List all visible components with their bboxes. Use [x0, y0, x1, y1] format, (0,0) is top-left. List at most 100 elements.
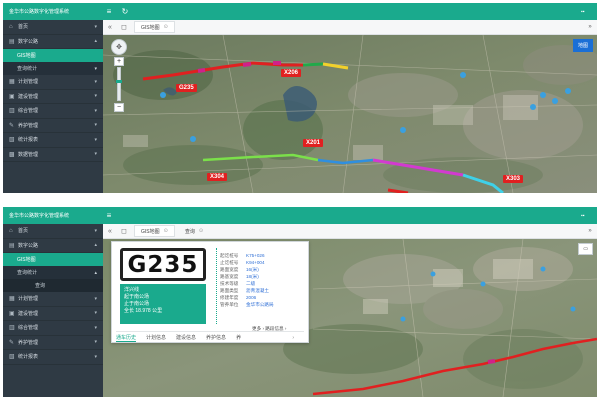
sidebar-item-digital-road[interactable]: ▤ 数字公路 ▴ — [3, 239, 103, 253]
sidebar-item-report[interactable]: ▧ 统计报表 ▾ — [3, 133, 103, 148]
sidebar-item-report[interactable]: ▧ 统计报表 ▾ — [3, 350, 103, 365]
detail-row: 修建年度 2006 — [220, 294, 306, 301]
chevron-down-icon: ▾ — [94, 78, 97, 85]
app-title: 金华市公路数字化管理系统 — [9, 213, 70, 219]
tabs-scroll-left-icon[interactable]: « — [103, 24, 117, 31]
tab-gis-map[interactable]: GIS地图 ⊙ — [134, 225, 175, 237]
sidebar-item-label: 数字公路 — [18, 242, 39, 249]
tabs-bar: « ◻ GIS地图 ⊙ » — [103, 20, 597, 35]
sidebar-subitem-query[interactable]: 查询 — [3, 279, 103, 292]
chevron-down-icon: ▾ — [94, 227, 97, 234]
top-header-bar: 金华市公路数字化管理系统 ≡ ▪▪ — [3, 207, 597, 224]
sidebar-item-data[interactable]: ▩ 数据管理 ▾ — [3, 148, 103, 162]
close-icon[interactable]: ⊙ — [164, 24, 168, 30]
route-label-x304[interactable]: X304 — [207, 173, 228, 181]
route-label-x206[interactable]: X206 — [281, 69, 302, 77]
bottom-screenshot-panel: 金华市公路数字化管理系统 ≡ ▪▪ ⌂ 首页 ▾ ▤ 数字公路 ▴ GIS地图 查询统计… — [3, 207, 597, 397]
sidebar-item-manage[interactable]: ▥ 综合管理 ▾ — [3, 321, 103, 336]
sidebar-item-home[interactable]: ⌂ 首页 ▾ — [3, 20, 103, 35]
map-zoom-control[interactable]: ✥ + − — [111, 39, 127, 112]
sidebar-item-label: 查询统计 — [17, 66, 38, 72]
chevron-down-icon: ▾ — [94, 122, 97, 129]
sidebar-item-build[interactable]: ▣ 建设管理 ▾ — [3, 307, 103, 321]
detail-row: 路面类型 沥青混凝土 — [220, 287, 306, 294]
route-length: 全长 18.978 公里 — [124, 308, 163, 314]
detail-row: 路面宽度 16(米) — [220, 266, 306, 273]
sidebar-item-plan[interactable]: ▦ 计划管理 ▾ — [3, 75, 103, 90]
tab-gis-map[interactable]: GIS地图 ⊙ — [134, 21, 175, 33]
card-tab-build[interactable]: 建设信息 — [176, 334, 196, 341]
chevron-down-icon: ▾ — [94, 353, 97, 360]
tabs-bar: « ◻ GIS地图 ⊙ 查询 ⊙ » — [103, 224, 597, 239]
chevron-down-icon: ▾ — [94, 310, 97, 317]
sidebar-item-label: 综合管理 — [18, 325, 39, 332]
close-icon[interactable]: ⊙ — [164, 228, 168, 234]
plan-icon: ▦ — [9, 79, 15, 86]
user-menu[interactable]: ▪▪ — [581, 213, 597, 219]
menu-toggle-icon[interactable]: ≡ — [101, 7, 117, 16]
menu-toggle-icon[interactable]: ≡ — [101, 211, 117, 220]
chevron-up-icon: ▴ — [94, 269, 97, 276]
detail-value: 沥青混凝土 — [246, 288, 269, 293]
route-info-card: G235 洋兴线 起于南公场 止于南公场 全长 18.978 公里 起讫桩号 K7… — [111, 241, 309, 343]
detail-key: 修建年度 — [220, 295, 239, 300]
tabs-scroll-right-icon[interactable]: » — [583, 24, 597, 30]
close-icon[interactable]: ⊙ — [199, 228, 203, 234]
tab-query[interactable]: 查询 ⊙ — [178, 225, 210, 237]
chevron-down-icon: ▾ — [94, 151, 97, 158]
home-tab-icon[interactable]: ◻ — [117, 227, 131, 235]
chevron-up-icon: ▴ — [94, 242, 97, 249]
card-tab-history[interactable]: 通车历史 — [116, 334, 137, 342]
zoom-slider-handle[interactable] — [116, 80, 122, 83]
pan-compass-icon[interactable]: ✥ — [111, 39, 127, 55]
sidebar-item-home[interactable]: ⌂ 首页 ▾ — [3, 224, 103, 239]
map-type-button[interactable]: 地图 — [572, 39, 593, 52]
map-canvas — [103, 35, 597, 193]
home-icon: ⌂ — [9, 227, 13, 234]
card-tabs: 通车历史 计划信息 建设信息 养护信息 养 › — [116, 331, 304, 343]
route-start: 起于南公场 — [124, 294, 150, 300]
sidebar-item-plan[interactable]: ▦ 计划管理 ▾ — [3, 292, 103, 307]
sidebar-subitem-query-stats[interactable]: 查询统计 ▴ — [3, 266, 103, 279]
sidebar-item-maintain[interactable]: ✎ 养护管理 ▾ — [3, 336, 103, 350]
detail-key: 路面类型 — [220, 288, 239, 293]
sidebar-item-build[interactable]: ▣ 建设管理 ▾ — [3, 90, 103, 104]
map-type-switch[interactable]: 地图 — [572, 39, 593, 52]
route-label-x201[interactable]: X201 — [303, 139, 324, 147]
manage-icon: ▥ — [9, 325, 15, 332]
card-tab-maintain[interactable]: 养护信息 — [206, 334, 226, 341]
card-tab-more[interactable]: 养 — [236, 334, 241, 341]
sidebar-item-maintain[interactable]: ✎ 养护管理 ▾ — [3, 119, 103, 133]
detail-row: 管养单位 金华市公路局 — [220, 301, 306, 308]
top-header-bar: 金华市公路数字化管理系统 ≡ ↻ ▪▪ — [3, 3, 597, 20]
plan-icon: ▦ — [9, 296, 15, 303]
sidebar-item-label: 养护管理 — [18, 339, 39, 346]
tabs-scroll-right-icon[interactable]: » — [583, 228, 597, 234]
user-menu[interactable]: ▪▪ — [581, 9, 597, 15]
sidebar-subitem-gis-map[interactable]: GIS地图 — [3, 253, 103, 266]
refresh-icon[interactable]: ↻ — [117, 7, 133, 16]
data-icon: ▩ — [9, 151, 15, 158]
route-label-g235[interactable]: G235 — [176, 84, 197, 92]
zoom-out-button[interactable]: − — [114, 103, 124, 112]
detail-row: 止讫桩号 K94+004 — [220, 259, 306, 266]
sidebar-subitem-query-stats[interactable]: 查询统计 ▾ — [3, 62, 103, 75]
route-label-x303[interactable]: X303 — [503, 175, 524, 183]
gis-map-satellite[interactable]: ✥ + − 地图 G235 X206 X201 X304 X303 — [103, 35, 597, 193]
zoom-in-button[interactable]: + — [114, 57, 124, 66]
sidebar-item-label: 数据管理 — [18, 151, 39, 158]
sidebar-item-label: 查询统计 — [17, 270, 38, 276]
route-plate: G235 — [120, 248, 206, 281]
tabs-scroll-left-icon[interactable]: « — [103, 228, 117, 235]
map-type-button[interactable]: ▭ — [578, 243, 593, 255]
chevron-down-icon: ▾ — [94, 107, 97, 114]
sidebar-item-digital-road[interactable]: ▤ 数字公路 ▴ — [3, 35, 103, 49]
card-tab-plan[interactable]: 计划信息 — [146, 334, 166, 341]
zoom-slider[interactable] — [116, 67, 122, 101]
home-tab-icon[interactable]: ◻ — [117, 23, 131, 31]
sidebar-item-manage[interactable]: ▥ 综合管理 ▾ — [3, 104, 103, 119]
detail-key: 管养单位 — [220, 302, 239, 307]
sidebar-subitem-gis-map[interactable]: GIS地图 — [3, 49, 103, 62]
chevron-right-icon[interactable]: › — [292, 335, 294, 341]
map-type-switch[interactable]: ▭ — [578, 243, 593, 255]
